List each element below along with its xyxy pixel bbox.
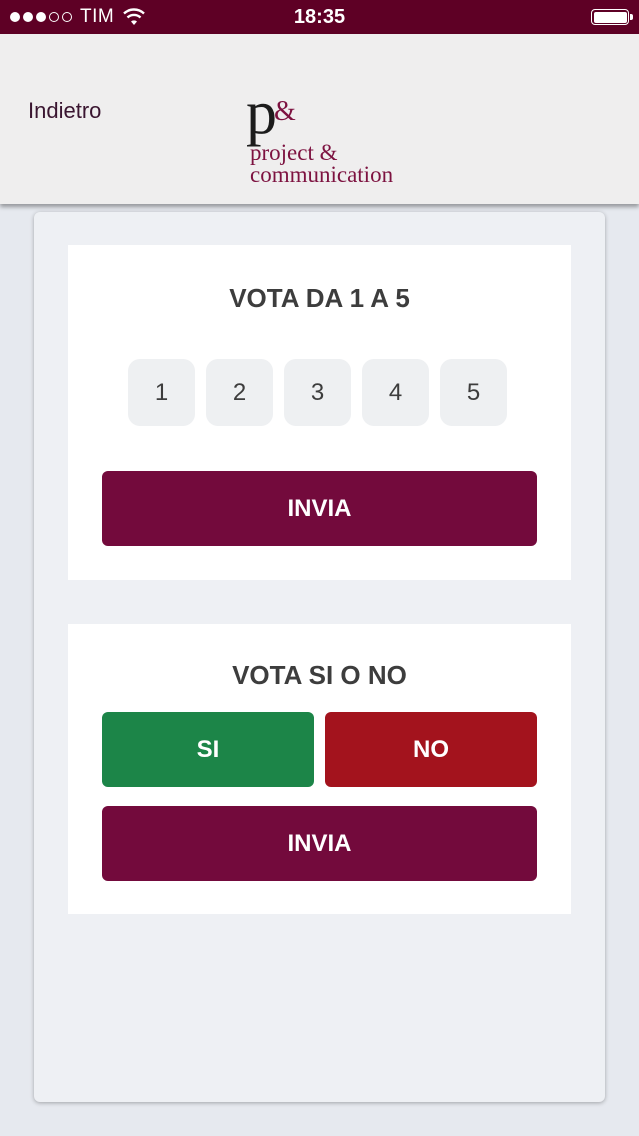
rating-option-5[interactable]: 5: [440, 359, 507, 426]
logo-ampersand: &: [274, 96, 296, 127]
vote-scale-title: VOTA DA 1 A 5: [229, 283, 410, 313]
vote-yes-no-title: VOTA SI O NO: [232, 660, 407, 690]
no-button[interactable]: NO: [325, 712, 537, 787]
rating-option-2[interactable]: 2: [206, 359, 273, 426]
vote-scale-panel: VOTA DA 1 A 5 1 2 3 4 5 INVIA: [68, 245, 571, 580]
rating-options: 1 2 3 4 5: [128, 359, 507, 426]
submit-yes-no-button[interactable]: INVIA: [102, 806, 537, 881]
rating-option-3[interactable]: 3: [284, 359, 351, 426]
rating-option-4[interactable]: 4: [362, 359, 429, 426]
battery-icon: [591, 9, 633, 25]
status-time: 18:35: [293, 6, 346, 28]
rating-option-1[interactable]: 1: [128, 359, 195, 426]
vote-yes-no-panel: VOTA SI O NO SI NO INVIA: [68, 624, 571, 914]
yes-button[interactable]: SI: [102, 712, 314, 787]
submit-rating-button[interactable]: INVIA: [102, 471, 537, 546]
status-bar: TIM 18:35: [0, 0, 639, 34]
navigation-bar: Indietro p & project & communication: [0, 34, 639, 204]
brand-logo: p & project & communication: [244, 82, 434, 192]
logo-text-communication: communication: [250, 162, 394, 187]
back-button[interactable]: Indietro: [28, 98, 101, 124]
logo-mark: p: [246, 79, 277, 147]
content-card: VOTA DA 1 A 5 1 2 3 4 5 INVIA VOTA SI O …: [34, 212, 605, 1102]
